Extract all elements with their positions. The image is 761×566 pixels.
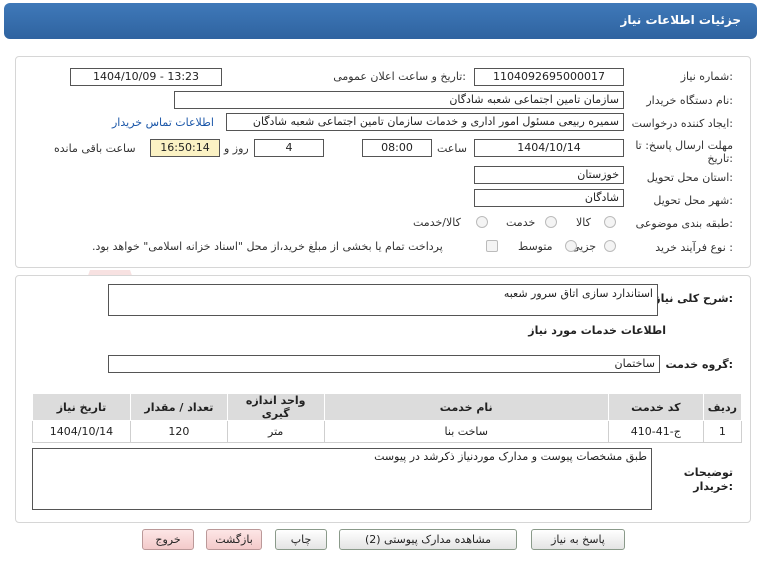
cell-date: 1404/10/14: [32, 420, 131, 443]
city-field: شادگان: [474, 189, 624, 207]
services-section-title: اطلاعات خدمات مورد نیاز: [528, 324, 666, 337]
announce-date-field: 1404/10/09 - 13:23: [70, 68, 222, 86]
view-attachments-button[interactable]: مشاهده مدارک پیوستی (2): [339, 529, 517, 550]
category-both-label: کالا/خدمت: [413, 216, 461, 229]
col-date-header: تاریخ نیاز: [32, 393, 131, 421]
buyer-notes-label: توضیحات: [683, 466, 733, 479]
col-name-header: نام خدمت: [323, 393, 609, 421]
cell-unit: متر: [226, 420, 325, 443]
deadline-hour-label: ساعت: [437, 142, 467, 155]
cell-qty: 120: [129, 420, 228, 443]
province-label: استان محل تحویل:: [646, 171, 733, 184]
buyer-org-field: سازمان تامین اجتماعی شعبه شادگان: [174, 91, 624, 109]
treasury-checkbox[interactable]: [486, 240, 498, 252]
remaining-label: ساعت باقی مانده: [54, 142, 136, 155]
col-row-header: ردیف: [702, 393, 743, 421]
creator-field: سمیره ربیعی مسئول امور اداری و خدمات ساز…: [226, 113, 624, 131]
city-label: شهر محل تحویل:: [653, 194, 733, 207]
category-goods-label: کالا: [576, 216, 591, 229]
deadline-label-2: تاریخ:: [707, 152, 733, 165]
deadline-time-field: 08:00: [362, 139, 432, 157]
general-desc-field[interactable]: استاندارد سازی اتاق سرور شعبه: [108, 284, 658, 316]
category-label: طبقه بندی موضوعی:: [635, 217, 733, 230]
province-field: خوزستان: [474, 166, 624, 184]
announce-date-label: تاریخ و ساعت اعلان عمومی:: [333, 70, 466, 83]
col-unit-header: واحد اندازه گیری: [226, 393, 325, 421]
title-bar: جزئیات اطلاعات نیاز: [4, 3, 757, 39]
category-service-radio[interactable]: [545, 216, 557, 228]
need-number-label: شماره نیاز:: [680, 70, 733, 83]
buyer-notes-field[interactable]: طبق مشخصات پیوست و مدارک موردنیاز ذکرشد …: [32, 448, 652, 510]
cell-row: 1: [702, 420, 743, 443]
reply-button[interactable]: پاسخ به نیاز: [531, 529, 625, 550]
col-qty-header: تعداد / مقدار: [129, 393, 228, 421]
days-remaining-field: 4: [254, 139, 324, 157]
category-service-label: خدمت: [506, 216, 536, 229]
table-header-row: ردیف کد خدمت نام خدمت واحد اندازه گیری ت…: [32, 393, 743, 421]
cell-code: ج-41-410: [607, 420, 704, 443]
print-button[interactable]: چاپ: [275, 529, 327, 550]
buyer-contact-link[interactable]: اطلاعات تماس خریدار: [112, 116, 214, 129]
page-title: جزئیات اطلاعات نیاز: [620, 13, 741, 27]
deadline-label: مهلت ارسال پاسخ: تا: [635, 139, 733, 152]
general-desc-label: شرح کلی نیاز:: [654, 292, 733, 305]
treasury-payment-note: پرداخت تمام یا بخشی از مبلغ خرید،از محل …: [92, 240, 443, 253]
buyer-org-label: نام دستگاه خریدار:: [646, 94, 733, 107]
days-label: روز و: [224, 142, 249, 155]
exit-button[interactable]: خروج: [142, 529, 194, 550]
process-minor-radio[interactable]: [604, 240, 616, 252]
table-row: 1 ج-41-410 ساخت بنا متر 120 1404/10/14: [32, 420, 743, 443]
category-both-radio[interactable]: [476, 216, 488, 228]
category-goods-radio[interactable]: [604, 216, 616, 228]
services-table: ردیف کد خدمت نام خدمت واحد اندازه گیری ت…: [32, 393, 743, 443]
need-info-panel: [15, 56, 751, 268]
service-group-field: ساختمان: [108, 355, 660, 373]
creator-label: ایجاد کننده درخواست:: [631, 117, 733, 130]
process-medium-label: متوسط: [518, 240, 553, 253]
cell-name: ساخت بنا: [323, 420, 609, 443]
col-code-header: کد خدمت: [607, 393, 704, 421]
back-button[interactable]: بازگشت: [206, 529, 262, 550]
process-type-label: نوع فرآیند خرید :: [655, 241, 733, 254]
remaining-time-field: 16:50:14: [150, 139, 220, 157]
need-number-field: 1104092695000017: [474, 68, 624, 86]
service-group-label: گروه خدمت:: [665, 358, 733, 371]
process-medium-radio[interactable]: [565, 240, 577, 252]
deadline-date-field: 1404/10/14: [474, 139, 624, 157]
buyer-notes-label-2: خریدار:: [693, 480, 733, 493]
